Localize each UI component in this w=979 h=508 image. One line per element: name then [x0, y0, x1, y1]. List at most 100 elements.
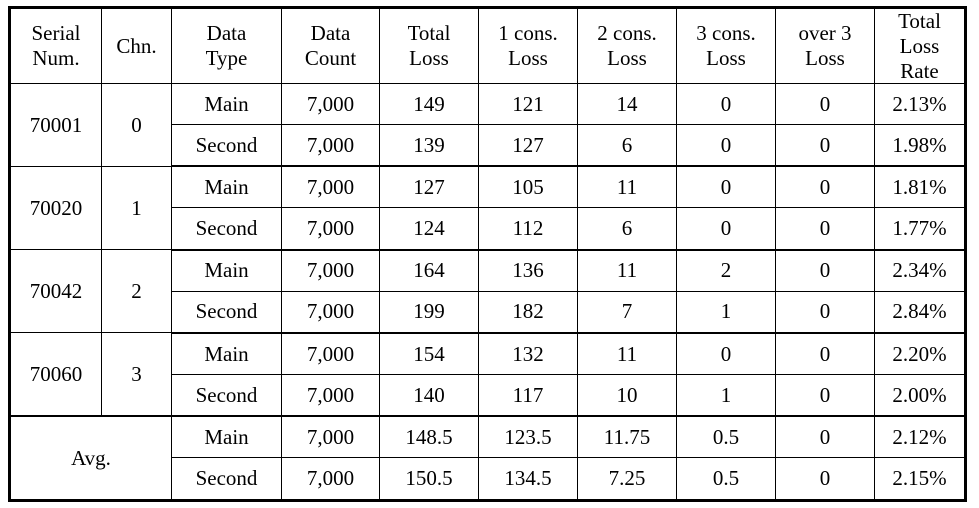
cell-over-3-loss: 0 — [775, 165, 875, 209]
cell-serial-num: 70001 — [9, 83, 102, 167]
cell-data-count: 7,000 — [281, 374, 380, 418]
column-header-data-count: Data Count — [281, 6, 380, 85]
column-header-total-loss: Total Loss — [379, 6, 479, 85]
cell-serial-num: 70020 — [9, 165, 102, 251]
cell-1-cons-loss: 112 — [478, 207, 578, 251]
cell-1-cons-loss: 123.5 — [478, 415, 578, 459]
column-header-line: Loss — [409, 46, 449, 71]
cell-chn: 3 — [101, 332, 172, 418]
cell-data-count: 7,000 — [281, 249, 380, 292]
table-row: 70060 3 Main 7,000 154 132 11 0 0 2.20% — [9, 332, 966, 418]
column-header-line: Serial — [31, 21, 81, 46]
cell-2-cons-loss: 7.25 — [577, 457, 677, 502]
cell-over-3-loss: 0 — [775, 207, 875, 251]
cell-2-cons-loss: 11 — [577, 165, 677, 209]
column-header-line: Loss — [607, 46, 647, 71]
column-header-over-3-loss: over 3 Loss — [775, 6, 875, 85]
cell-3-cons-loss: 0.5 — [676, 457, 776, 502]
cell-data-count: 7,000 — [281, 415, 380, 459]
cell-2-cons-loss: 11 — [577, 249, 677, 292]
cell-total-loss: 149 — [379, 83, 479, 126]
cell-3-cons-loss: 0.5 — [676, 415, 776, 459]
column-header-data-type: Data Type — [171, 6, 282, 85]
column-header-line: Chn. — [116, 33, 157, 58]
column-header-1-cons-loss: 1 cons. Loss — [478, 6, 578, 85]
column-header-line: Loss — [899, 33, 940, 58]
cell-total-loss-rate: 2.12% — [874, 415, 966, 459]
cell-3-cons-loss: 0 — [676, 207, 776, 251]
cell-1-cons-loss: 182 — [478, 290, 578, 334]
column-header-total-loss-rate: Total Loss Rate — [874, 6, 967, 85]
column-header-2-cons-loss: 2 cons. Loss — [577, 6, 677, 85]
cell-data-type: Main — [171, 415, 282, 459]
cell-over-3-loss: 0 — [775, 249, 875, 292]
column-header-line: Total — [898, 9, 941, 33]
table-row: 70020 1 Main 7,000 127 105 11 0 0 1.81% — [9, 165, 966, 251]
cell-chn: 1 — [101, 165, 172, 251]
cell-summary-label: Avg. — [9, 415, 172, 503]
cell-2-cons-loss: 11 — [577, 332, 677, 376]
cell-over-3-loss: 0 — [775, 374, 875, 418]
cell-data-type: Second — [171, 207, 282, 251]
loss-statistics-table-container: Serial Num. Chn. Data Type Data Count Total Loss… — [8, 6, 967, 503]
cell-3-cons-loss: 0 — [676, 124, 776, 168]
cell-total-loss-rate: 2.00% — [874, 374, 966, 418]
cell-1-cons-loss: 134.5 — [478, 457, 578, 502]
cell-2-cons-loss: 14 — [577, 83, 677, 126]
cell-total-loss-rate: 1.98% — [874, 124, 966, 168]
cell-3-cons-loss: 0 — [676, 83, 776, 126]
cell-1-cons-loss: 132 — [478, 332, 578, 376]
cell-over-3-loss: 0 — [775, 332, 875, 376]
cell-total-loss: 148.5 — [379, 415, 479, 459]
cell-data-type: Second — [171, 124, 282, 168]
cell-data-type: Main — [171, 83, 282, 126]
cell-total-loss: 164 — [379, 249, 479, 292]
cell-total-loss-rate: 1.77% — [874, 207, 966, 251]
cell-1-cons-loss: 117 — [478, 374, 578, 418]
cell-over-3-loss: 0 — [775, 415, 875, 459]
cell-total-loss: 150.5 — [379, 457, 479, 502]
cell-data-type: Second — [171, 457, 282, 502]
cell-total-loss: 140 — [379, 374, 479, 418]
column-header-line: Loss — [706, 46, 746, 71]
column-header-line: Loss — [805, 46, 845, 71]
column-header-line: Count — [304, 46, 357, 71]
table-header: Serial Num. Chn. Data Type Data Count Total Loss… — [8, 6, 967, 85]
cell-total-loss-rate: 2.20% — [874, 332, 966, 376]
cell-over-3-loss: 0 — [775, 457, 875, 502]
cell-3-cons-loss: 0 — [676, 332, 776, 376]
cell-data-type: Main — [171, 165, 282, 209]
column-header-line: Data — [310, 21, 351, 46]
cell-3-cons-loss: 0 — [676, 165, 776, 209]
cell-data-type: Second — [171, 290, 282, 334]
column-header-line: 1 cons. — [498, 21, 558, 46]
column-header-line: over 3 — [798, 21, 852, 46]
table-body: 70001 0 Main 7,000 149 121 14 0 0 2.13% Second 7,00… — [9, 83, 966, 503]
column-header-line: 3 cons. — [696, 21, 756, 46]
cell-total-loss: 139 — [379, 124, 479, 168]
cell-data-count: 7,000 — [281, 207, 380, 251]
cell-2-cons-loss: 10 — [577, 374, 677, 418]
cell-total-loss-rate: 2.84% — [874, 290, 966, 334]
cell-3-cons-loss: 1 — [676, 374, 776, 418]
column-header-line: Num. — [32, 46, 80, 71]
cell-total-loss-rate: 2.15% — [874, 457, 966, 502]
table-header-row: Serial Num. Chn. Data Type Data Count Total Loss… — [8, 6, 967, 85]
cell-serial-num: 70042 — [9, 249, 102, 334]
cell-1-cons-loss: 121 — [478, 83, 578, 126]
cell-data-count: 7,000 — [281, 124, 380, 168]
table-row: 70042 2 Main 7,000 164 136 11 2 0 2.34% — [9, 249, 966, 334]
cell-over-3-loss: 0 — [775, 290, 875, 334]
cell-data-count: 7,000 — [281, 332, 380, 376]
column-header-line: Type — [205, 46, 248, 71]
table-row: 70001 0 Main 7,000 149 121 14 0 0 2.13% — [9, 83, 966, 167]
cell-total-loss: 124 — [379, 207, 479, 251]
cell-1-cons-loss: 105 — [478, 165, 578, 209]
cell-data-count: 7,000 — [281, 457, 380, 502]
column-header-chn: Chn. — [101, 6, 172, 85]
column-header-line: Loss — [508, 46, 548, 71]
cell-data-type: Main — [171, 249, 282, 292]
column-header-line: Rate — [900, 58, 939, 83]
cell-1-cons-loss: 136 — [478, 249, 578, 292]
column-header-line: Data — [206, 21, 247, 46]
